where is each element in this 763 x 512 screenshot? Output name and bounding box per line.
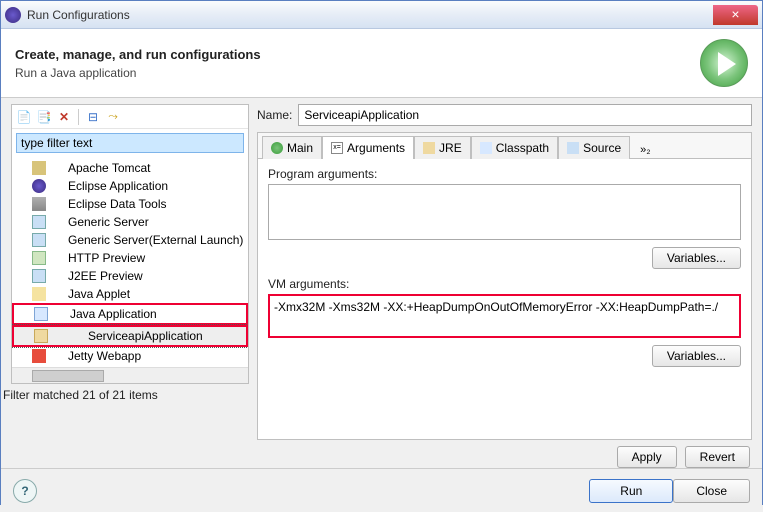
tab-icon: [271, 142, 283, 154]
tree-item-icon: [32, 233, 46, 247]
tree-item-label: Eclipse Application: [68, 179, 168, 193]
tree-item-icon: [32, 269, 46, 283]
titlebar: Run Configurations ×: [1, 1, 762, 29]
close-button[interactable]: Close: [673, 479, 750, 503]
toolbar-divider: [78, 109, 79, 125]
tree-item-generic-server[interactable]: Generic Server: [12, 213, 248, 231]
tab-label: Source: [583, 141, 621, 155]
config-tree-pane: 📄 📑 ✕ ⊟ ⤳ Apache Tomcat Eclipse Applicati…: [11, 104, 249, 384]
apply-button[interactable]: Apply: [617, 446, 677, 468]
delete-config-button[interactable]: ✕: [56, 109, 72, 125]
tree-item-label: ServiceapiApplication: [88, 329, 203, 343]
tab-label: Arguments: [347, 141, 405, 155]
tree-item-eclipse-application[interactable]: Eclipse Application: [12, 177, 248, 195]
filter-button[interactable]: ⤳: [105, 109, 121, 125]
tab-label: JRE: [439, 141, 462, 155]
tabs-panel: Main x= Arguments JRE Classpath Source »₂ Prog…: [257, 132, 752, 440]
config-editor-pane: Name: Main x= Arguments JRE Classpath Source »…: [257, 104, 752, 468]
run-hero-icon: [700, 39, 748, 87]
revert-button[interactable]: Revert: [685, 446, 750, 468]
tab-icon: [480, 142, 492, 154]
tab-classpath[interactable]: Classpath: [471, 136, 558, 159]
tree-item-label: Jetty Webapp: [68, 349, 141, 363]
tree-item-eclipse-data-tools[interactable]: Eclipse Data Tools: [12, 195, 248, 213]
name-label: Name:: [257, 108, 292, 122]
tree-item-label: Generic Server(External Launch): [68, 233, 243, 247]
vm-args-label: VM arguments:: [268, 277, 741, 291]
tab-label: Main: [287, 141, 313, 155]
vm-args-textarea[interactable]: -Xmx32M -Xms32M -XX:+HeapDumpOnOutOfMemo…: [268, 294, 741, 338]
tab-icon: [423, 142, 435, 154]
tree-item-icon: [32, 161, 46, 175]
arguments-tab-body: Program arguments: Variables... VM argum…: [258, 159, 751, 439]
tab-icon: x=: [331, 142, 343, 154]
help-button[interactable]: ?: [13, 479, 37, 503]
tab-source[interactable]: Source: [558, 136, 630, 159]
tree-item-icon: [34, 307, 48, 321]
tree-toolbar: 📄 📑 ✕ ⊟ ⤳: [12, 105, 248, 129]
tree-item-label: Generic Server: [68, 215, 149, 229]
dialog-footer: ? Run Close: [1, 468, 762, 512]
tree-item-label: J2EE Preview: [68, 269, 143, 283]
tree-item-apache-tomcat[interactable]: Apache Tomcat: [12, 159, 248, 177]
tab-jre[interactable]: JRE: [414, 136, 471, 159]
tree-item-label: HTTP Preview: [68, 251, 145, 265]
duplicate-config-button[interactable]: 📑: [36, 109, 52, 125]
tree-item-jetty-webapp[interactable]: Jetty Webapp: [12, 347, 248, 365]
collapse-all-button[interactable]: ⊟: [85, 109, 101, 125]
run-button[interactable]: Run: [589, 479, 673, 503]
tree-hscrollbar[interactable]: [12, 367, 248, 383]
tab-icon: [567, 142, 579, 154]
tree-item-label: Java Applet: [68, 287, 130, 301]
dialog-header: Create, manage, and run configurations R…: [1, 29, 762, 98]
header-subtitle: Run a Java application: [15, 66, 261, 80]
tabs-overflow-button[interactable]: »₂: [634, 142, 656, 158]
vm-args-variables-button[interactable]: Variables...: [652, 345, 741, 367]
tree-item-icon: [32, 197, 46, 211]
tree-item-j2ee-preview[interactable]: J2EE Preview: [12, 267, 248, 285]
tab-arguments[interactable]: x= Arguments: [322, 136, 414, 159]
tree-item-icon: [32, 179, 46, 193]
tree-item-label: Java Application: [70, 307, 157, 321]
tabstrip: Main x= Arguments JRE Classpath Source »₂: [258, 133, 751, 159]
window-close-button[interactable]: ×: [713, 5, 758, 25]
name-input[interactable]: [298, 104, 752, 126]
config-tree[interactable]: Apache Tomcat Eclipse Application Eclipse …: [12, 157, 248, 367]
window-title: Run Configurations: [27, 8, 713, 22]
tree-item-java-application[interactable]: ◢Java Application: [12, 303, 248, 325]
tree-item-java-applet[interactable]: Java Applet: [12, 285, 248, 303]
tree-item-http-preview[interactable]: HTTP Preview: [12, 249, 248, 267]
program-args-label: Program arguments:: [268, 167, 741, 181]
program-args-textarea[interactable]: [268, 184, 741, 240]
tree-item-icon: [34, 329, 48, 343]
tree-item-icon: [32, 349, 46, 363]
tree-item-icon: [32, 287, 46, 301]
tab-main[interactable]: Main: [262, 136, 322, 159]
tree-filter-input[interactable]: [16, 133, 244, 153]
tree-item-generic-server-external-launch-[interactable]: Generic Server(External Launch): [12, 231, 248, 249]
header-title: Create, manage, and run configurations: [15, 47, 261, 62]
tree-item-serviceapiapplication[interactable]: ServiceapiApplication: [12, 325, 248, 347]
tree-item-label: Apache Tomcat: [68, 161, 151, 175]
tree-item-label: Eclipse Data Tools: [68, 197, 167, 211]
program-args-variables-button[interactable]: Variables...: [652, 247, 741, 269]
new-config-button[interactable]: 📄: [16, 109, 32, 125]
filter-status: Filter matched 21 of 21 items: [1, 384, 253, 406]
tree-item-icon: [32, 251, 46, 265]
tree-item-icon: [32, 215, 46, 229]
tab-label: Classpath: [496, 141, 549, 155]
eclipse-icon: [5, 7, 21, 23]
